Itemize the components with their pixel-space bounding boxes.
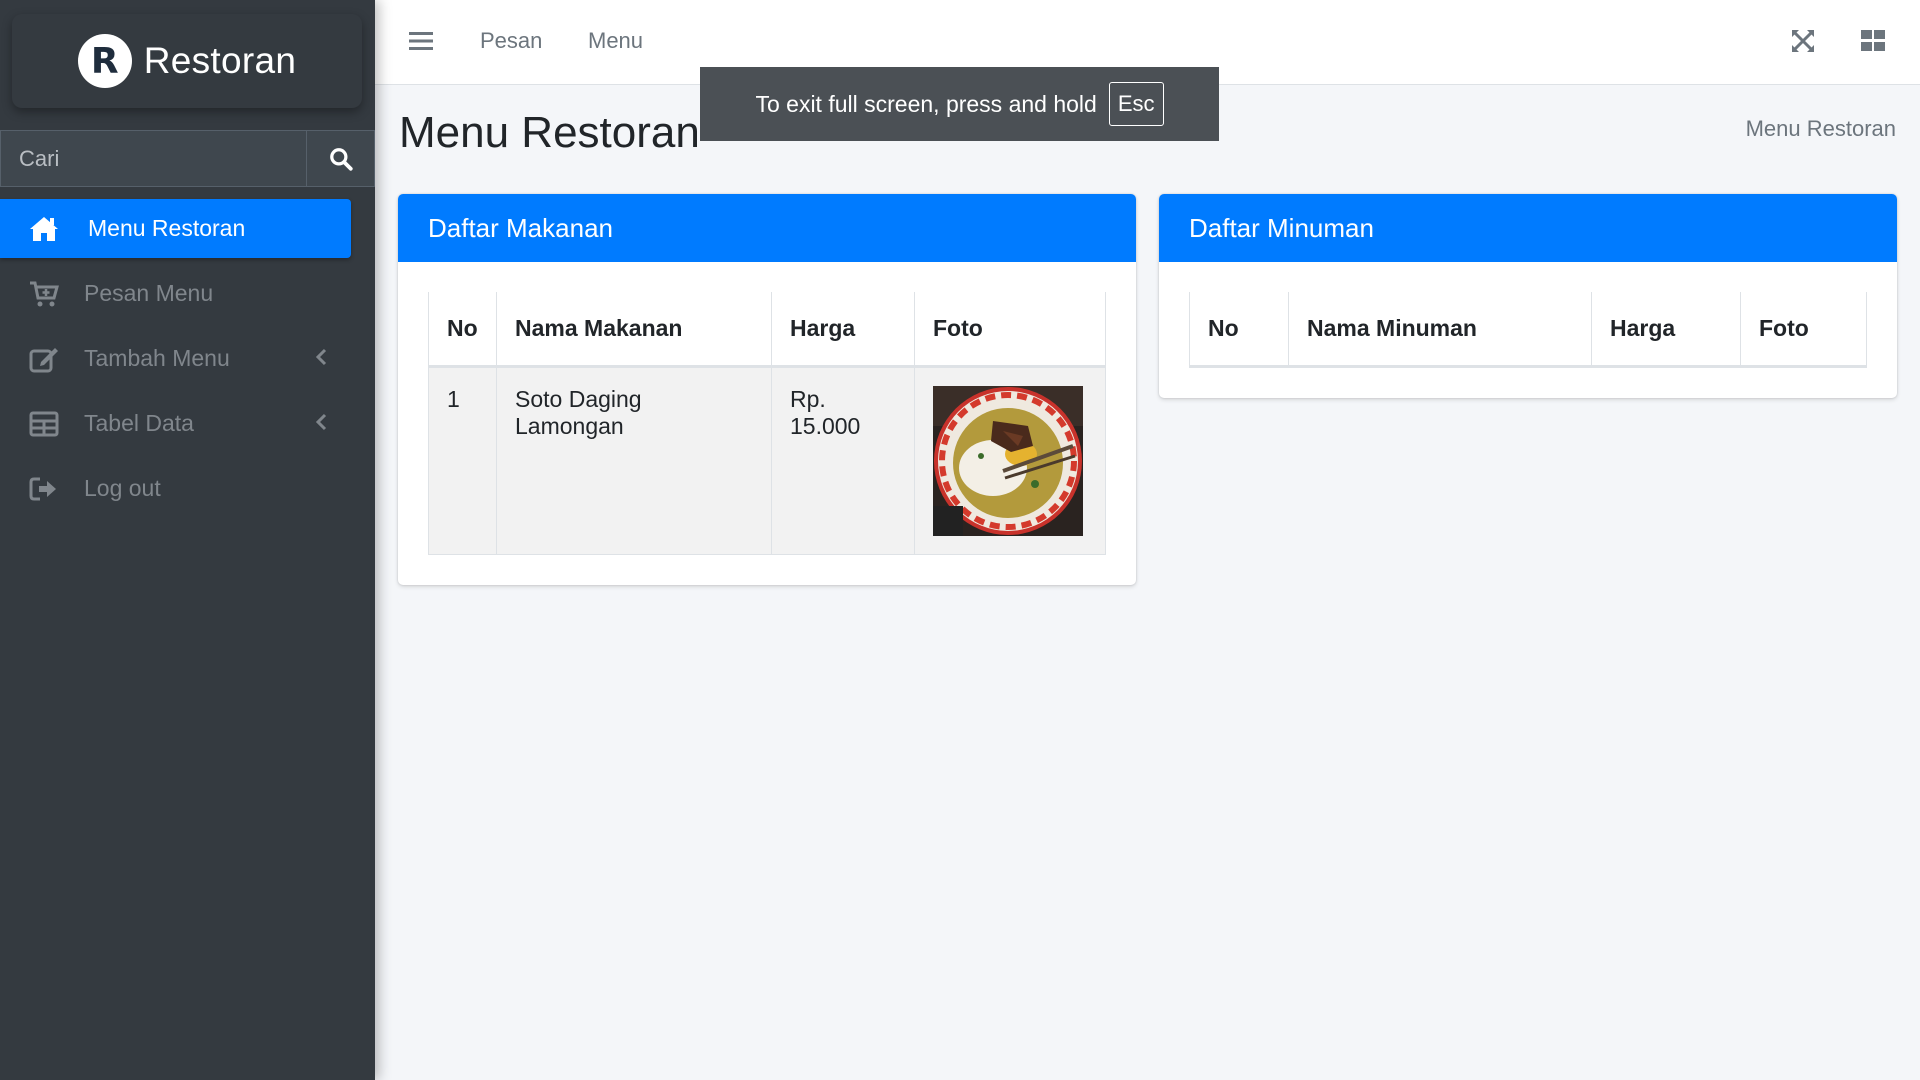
- edit-icon: [28, 343, 60, 375]
- cell-harga: Rp. 15.000: [771, 366, 915, 555]
- sidebar-item-label: Tabel Data: [84, 410, 194, 436]
- sidebar-nav: Menu Restoran Pesan Menu Tambah Menu Tab…: [0, 199, 375, 524]
- sidebar-item-log-out[interactable]: Log out: [0, 459, 351, 518]
- search-input[interactable]: [0, 130, 307, 187]
- column-header: Foto: [1740, 292, 1867, 368]
- brand-logo: R: [77, 34, 132, 88]
- grid-icon[interactable]: [1860, 28, 1886, 59]
- fullscreen-icon[interactable]: [1790, 28, 1816, 59]
- fullscreen-notice-text: To exit full screen, press and hold: [755, 90, 1097, 117]
- minuman-table: No Nama Minuman Harga Foto: [1189, 292, 1867, 368]
- makanan-card: Daftar Makanan No Nama Makanan Harga Fot…: [398, 194, 1136, 585]
- table-icon: [28, 408, 60, 440]
- sidebar-item-label: Tambah Menu: [84, 345, 230, 371]
- cell-foto: [914, 366, 1106, 555]
- sidebar-item-menu-restoran[interactable]: Menu Restoran: [0, 199, 351, 258]
- soto-photo: [933, 385, 1083, 536]
- brand-name: Restoran: [143, 40, 297, 81]
- sidebar-search: [0, 130, 375, 187]
- search-icon: [329, 147, 353, 171]
- chevron-left-icon: [315, 413, 327, 431]
- column-header: Nama Makanan: [496, 292, 772, 368]
- sidebar-item-tabel-data[interactable]: Tabel Data: [0, 394, 351, 453]
- chevron-left-icon: [315, 348, 327, 366]
- minuman-card-header: Daftar Minuman: [1159, 194, 1897, 262]
- makanan-card-header: Daftar Makanan: [398, 194, 1136, 262]
- column-header: Harga: [1591, 292, 1741, 368]
- sidebar-item-label: Menu Restoran: [88, 215, 246, 241]
- column-header: No: [428, 292, 497, 368]
- sign-out-icon: [28, 473, 60, 505]
- home-icon: [28, 213, 60, 245]
- breadcrumb[interactable]: Menu Restoran: [1746, 116, 1896, 142]
- column-header: Foto: [914, 292, 1106, 368]
- sidebar-item-tambah-menu[interactable]: Tambah Menu: [0, 329, 351, 388]
- brand-link[interactable]: R Restoran: [12, 14, 362, 108]
- table-row: 1 Soto Daging Lamongan Rp. 15.000: [428, 366, 1106, 555]
- sidebar-item-label: Pesan Menu: [84, 280, 214, 306]
- sidebar-item-pesan-menu[interactable]: Pesan Menu: [0, 264, 351, 323]
- column-header: No: [1189, 292, 1289, 368]
- column-header: Harga: [771, 292, 915, 368]
- cart-plus-icon: [28, 278, 60, 310]
- search-button[interactable]: [307, 130, 375, 187]
- page-title: Menu Restoran: [399, 108, 700, 157]
- nav-link-menu[interactable]: Menu: [588, 28, 643, 54]
- esc-key-badge: Esc: [1108, 82, 1164, 126]
- makanan-table: No Nama Makanan Harga Foto 1 Soto Daging…: [428, 292, 1106, 555]
- sidebar: R Restoran Menu Restoran Pesan Menu: [0, 0, 375, 1080]
- cell-nama: Soto Daging Lamongan: [496, 366, 772, 555]
- cell-no: 1: [428, 366, 497, 555]
- column-header: Nama Minuman: [1288, 292, 1592, 368]
- nav-link-pesan[interactable]: Pesan: [480, 28, 542, 54]
- minuman-card: Daftar Minuman No Nama Minuman Harga Fot…: [1159, 194, 1897, 398]
- sidebar-item-label: Log out: [84, 475, 161, 501]
- hamburger-icon[interactable]: [409, 30, 433, 57]
- fullscreen-exit-notice: To exit full screen, press and hold Esc: [700, 67, 1219, 141]
